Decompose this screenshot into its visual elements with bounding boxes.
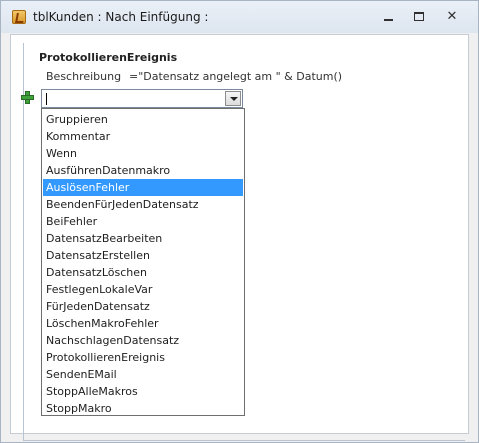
access-macro-icon <box>12 10 26 24</box>
close-icon: ✕ <box>446 9 458 24</box>
argument-value[interactable]: ="Datensatz angelegt am " & Datum() <box>129 70 342 83</box>
macro-action-name[interactable]: ProtokollierenEreignis <box>39 51 177 64</box>
text-caret <box>46 93 47 105</box>
minimize-icon <box>383 18 393 21</box>
dropdown-item[interactable]: DatensatzErstellen <box>43 247 243 264</box>
dropdown-item[interactable]: DatensatzBearbeiten <box>43 230 243 247</box>
dropdown-item[interactable]: StoppMakro <box>43 400 243 417</box>
new-action-combobox[interactable] <box>41 89 243 108</box>
title-bar: tblKunden : Nach Einfügung : ✕ <box>1 1 478 33</box>
window-title: tblKunden : Nach Einfügung : <box>33 10 209 24</box>
action-dropdown-list[interactable]: Gruppieren Kommentar Wenn AusführenDatenmak… <box>41 108 245 416</box>
dropdown-item[interactable]: LöschenMakroFehler <box>43 315 243 332</box>
dropdown-item[interactable]: Kommentar <box>43 128 243 145</box>
argument-label: Beschreibung <box>46 70 122 83</box>
maximize-button[interactable] <box>406 7 432 25</box>
dropdown-item[interactable]: BeiFehler <box>43 213 243 230</box>
dropdown-item[interactable]: ProtokollierenEreignis <box>43 349 243 366</box>
dropdown-item[interactable]: StoppAlleMakros <box>43 383 243 400</box>
dropdown-item[interactable]: AusführenDatenmakro <box>43 162 243 179</box>
maximize-icon <box>414 12 424 21</box>
macro-designer-window: tblKunden : Nach Einfügung : ✕ Protokoll… <box>0 0 479 443</box>
chevron-down-icon[interactable] <box>225 91 241 106</box>
add-green-plus-icon[interactable] <box>21 91 34 104</box>
minimize-button[interactable] <box>375 7 401 25</box>
dropdown-item[interactable]: Gruppieren <box>43 111 243 128</box>
dropdown-item[interactable]: FestlegenLokaleVar <box>43 281 243 298</box>
dropdown-item[interactable]: NachschlagenDatensatz <box>43 332 243 349</box>
dropdown-item[interactable]: BeendenFürJedenDatensatz <box>43 196 243 213</box>
dropdown-item[interactable]: AuslösenFehler <box>43 179 243 196</box>
dropdown-item[interactable]: FürJedenDatensatz <box>43 298 243 315</box>
dropdown-item[interactable]: SendenEMail <box>43 366 243 383</box>
dropdown-item[interactable]: Wenn <box>43 145 243 162</box>
close-button[interactable]: ✕ <box>439 7 465 25</box>
dropdown-item[interactable]: DatensatzLöschen <box>43 264 243 281</box>
